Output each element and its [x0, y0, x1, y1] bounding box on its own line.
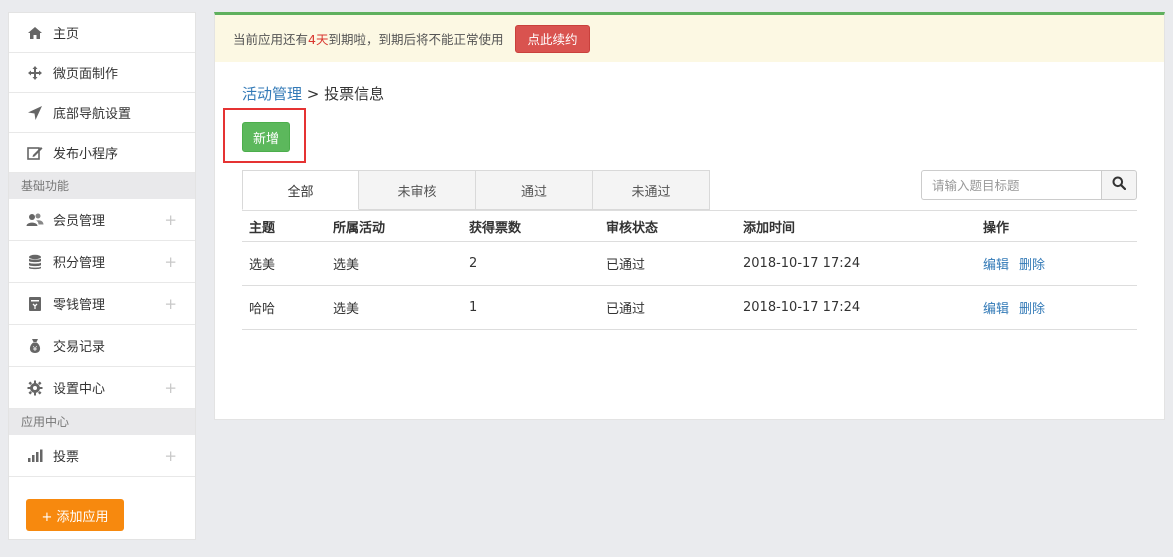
- cell-time: 2018-10-17 17:24: [736, 285, 976, 330]
- expand-icon[interactable]: +: [164, 379, 177, 397]
- column-header: 审核状态: [599, 210, 736, 242]
- cell-actions: 编辑 删除: [976, 241, 1137, 286]
- cell-topic: 选美: [242, 241, 326, 286]
- section-basic-functions: 基础功能: [9, 173, 195, 199]
- sidebar-item-label: 设置中心: [53, 382, 106, 397]
- table-row: 选美 选美 2 已通过 2018-10-17 17:24 编辑 删除: [242, 241, 1137, 286]
- main-panel: 当前应用还有 4天 到期啦，到期后将不能正常使用 点此续约 活动管理 > 投票信息 …: [214, 12, 1165, 420]
- edit-icon: [25, 143, 45, 163]
- sidebar-item-label: 投票: [53, 450, 80, 465]
- expand-icon[interactable]: +: [164, 253, 177, 271]
- sidebar-item-settings[interactable]: 设置中心 +: [9, 367, 195, 409]
- sidebar-item-label: 微页面制作: [53, 67, 119, 82]
- cell-topic: 哈哈: [242, 285, 326, 330]
- breadcrumb: 活动管理 > 投票信息: [242, 83, 384, 104]
- cell-actions: 编辑 删除: [976, 285, 1137, 330]
- renew-button[interactable]: 点此续约: [515, 24, 590, 53]
- cell-status: 已通过: [599, 241, 736, 286]
- column-header: 所属活动: [326, 210, 462, 242]
- sidebar-item-change[interactable]: 零钱管理 +: [9, 283, 195, 325]
- cell-status: 已通过: [599, 285, 736, 330]
- sidebar-item-label: 底部导航设置: [53, 107, 132, 122]
- navigation-arrow-icon: [25, 103, 45, 123]
- sidebar-item-transactions[interactable]: ¥ 交易记录: [9, 325, 195, 367]
- sidebar-item-label: 发布小程序: [53, 147, 119, 162]
- sidebar-item-label: 主页: [53, 27, 80, 42]
- notice-suffix: 到期啦，到期后将不能正常使用: [328, 32, 504, 47]
- users-icon: [25, 210, 45, 230]
- delete-link[interactable]: 删除: [1019, 302, 1045, 317]
- home-icon: [25, 23, 45, 43]
- table-row: 哈哈 选美 1 已通过 2018-10-17 17:24 编辑 删除: [242, 285, 1137, 330]
- notice-prefix: 当前应用还有: [233, 32, 309, 47]
- sidebar-item-micro-page[interactable]: 微页面制作: [9, 53, 195, 93]
- sidebar: 主页 微页面制作 底部导航设置 发布小程序 基础功能 会员管理 + 积分管理 +: [8, 12, 196, 540]
- tab-approved[interactable]: 通过: [476, 170, 593, 210]
- cell-activity: 选美: [326, 241, 462, 286]
- breadcrumb-parent-link[interactable]: 活动管理: [242, 85, 302, 103]
- tab-all[interactable]: 全部: [242, 170, 359, 210]
- cell-activity: 选美: [326, 285, 462, 330]
- sidebar-item-publish[interactable]: 发布小程序: [9, 133, 195, 173]
- database-icon: [25, 252, 45, 272]
- search-input[interactable]: [921, 170, 1101, 200]
- edit-link[interactable]: 编辑: [983, 302, 1009, 317]
- sidebar-item-label: 会员管理: [53, 214, 106, 229]
- sidebar-item-home[interactable]: 主页: [9, 13, 195, 53]
- search-box: [921, 170, 1137, 200]
- move-icon: [25, 63, 45, 83]
- svg-text:¥: ¥: [33, 345, 38, 353]
- expand-icon[interactable]: +: [164, 211, 177, 229]
- table-header-row: 主题 所属活动 获得票数 审核状态 添加时间 操作: [242, 210, 1137, 242]
- edit-link[interactable]: 编辑: [983, 258, 1009, 273]
- cell-time: 2018-10-17 17:24: [736, 241, 976, 286]
- search-button[interactable]: [1101, 170, 1137, 200]
- tab-rejected[interactable]: 未通过: [593, 170, 710, 210]
- wallet-icon: [25, 294, 45, 314]
- bar-chart-icon: [25, 446, 45, 466]
- new-button[interactable]: 新增: [242, 122, 290, 152]
- breadcrumb-current: 投票信息: [324, 85, 385, 103]
- sidebar-item-label: 交易记录: [53, 340, 106, 355]
- expand-icon[interactable]: +: [164, 295, 177, 313]
- cell-votes: 1: [462, 285, 599, 330]
- add-app-button[interactable]: + 添加应用: [26, 499, 124, 531]
- sidebar-item-bottom-nav[interactable]: 底部导航设置: [9, 93, 195, 133]
- sidebar-item-label: 零钱管理: [53, 298, 106, 313]
- delete-link[interactable]: 删除: [1019, 258, 1045, 273]
- expiry-notice: 当前应用还有 4天 到期啦，到期后将不能正常使用 点此续约: [215, 15, 1164, 62]
- sidebar-item-points[interactable]: 积分管理 +: [9, 241, 195, 283]
- cell-votes: 2: [462, 241, 599, 286]
- section-app-center: 应用中心: [9, 409, 195, 435]
- sidebar-item-label: 积分管理: [53, 256, 106, 271]
- gear-icon: [25, 378, 45, 398]
- vote-table: 主题 所属活动 获得票数 审核状态 添加时间 操作 选美 选美 2 已通过 20…: [242, 210, 1137, 330]
- column-header: 主题: [242, 210, 326, 242]
- sidebar-item-members[interactable]: 会员管理 +: [9, 199, 195, 241]
- search-icon: [1112, 176, 1127, 194]
- money-bag-icon: ¥: [25, 336, 45, 356]
- column-header: 获得票数: [462, 210, 599, 242]
- sidebar-item-vote[interactable]: 投票 +: [9, 435, 195, 477]
- status-tabs: 全部 未审核 通过 未通过: [242, 170, 710, 210]
- column-header: 添加时间: [736, 210, 976, 242]
- tab-pending[interactable]: 未审核: [359, 170, 476, 210]
- notice-days: 4天: [308, 32, 329, 47]
- expand-icon[interactable]: +: [164, 447, 177, 465]
- column-header: 操作: [976, 210, 1137, 242]
- breadcrumb-separator: >: [302, 85, 325, 103]
